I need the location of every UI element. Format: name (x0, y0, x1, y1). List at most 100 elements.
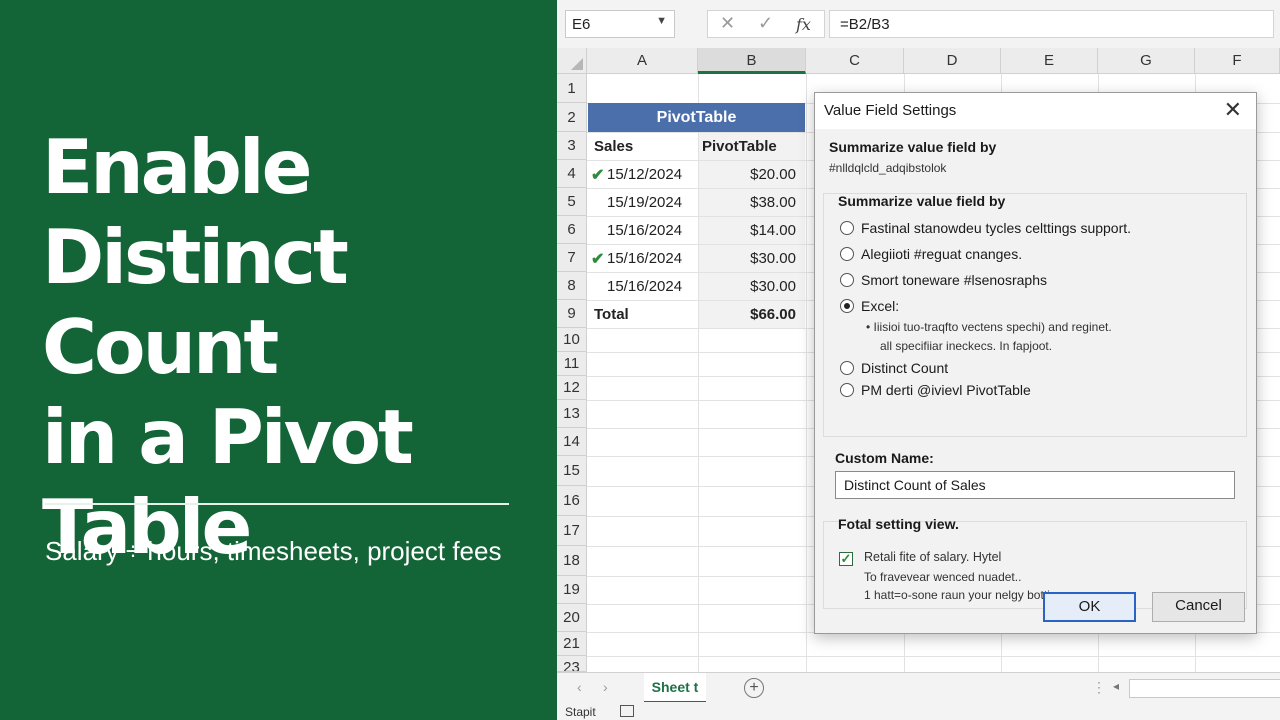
dialog-body: Summarize value field by #nlldqlcld_adqi… (815, 129, 1256, 633)
status-text: Stapit (565, 705, 596, 719)
sheet-tab-bar: ‹ › Sheet t + ⋮ ◂ (557, 672, 1280, 703)
option-note: all specifiiar ineckecs. In fapjoot. (880, 339, 1053, 353)
dialog-title: Value Field Settings (824, 102, 957, 119)
pivot-row-date[interactable]: 15/19/2024 (607, 194, 682, 211)
pivot-row-value[interactable]: $20.00 (698, 166, 796, 183)
pivot-row-value[interactable]: $38.00 (698, 194, 796, 211)
cancel-button[interactable]: Cancel (1152, 592, 1245, 622)
accessibility-icon[interactable] (620, 705, 634, 717)
row-header[interactable]: 10 (557, 328, 587, 352)
radio-option[interactable]: Alegiioti #reguat cnanges. (840, 246, 1022, 262)
row-header[interactable]: 4 (557, 160, 587, 188)
radio-icon[interactable] (840, 221, 854, 235)
row-header[interactable]: 6 (557, 216, 587, 244)
pivot-row-date[interactable]: 15/12/2024 (607, 166, 682, 183)
pivot-row-value[interactable]: $30.00 (698, 278, 796, 295)
close-icon[interactable]: ✕ (1224, 97, 1242, 123)
pivot-total-label[interactable]: Total (594, 306, 629, 323)
pivot-row-value[interactable]: $14.00 (698, 222, 796, 239)
radio-option-excel[interactable]: Excel: (840, 298, 899, 314)
radio-icon[interactable] (840, 273, 854, 287)
pivot-total-value[interactable]: $66.00 (698, 306, 796, 323)
row-header[interactable]: 11 (557, 352, 587, 376)
row-header[interactable]: 20 (557, 604, 587, 632)
row-header[interactable]: 3 (557, 132, 587, 160)
value-field-settings-dialog: Value Field Settings ✕ Summarize value f… (814, 92, 1257, 634)
radio-option[interactable]: Fastinal stanowdeu tycles celttings supp… (840, 220, 1131, 236)
row-header[interactable]: 18 (557, 546, 587, 576)
pivot-header-sales[interactable]: Sales (594, 138, 633, 155)
row-header[interactable]: 13 (557, 400, 587, 428)
checkbox-label: Retali fite of salary. Hytel (864, 550, 1002, 564)
name-box[interactable]: E6 ▼ (565, 10, 675, 38)
column-header-c[interactable]: C (806, 48, 904, 74)
radio-option-distinct-count[interactable]: Distinct Count (840, 360, 948, 376)
row-header[interactable]: 16 (557, 486, 587, 516)
column-header-f[interactable]: F (1195, 48, 1280, 74)
check-icon: ✔ (591, 251, 605, 268)
custom-name-input[interactable]: Distinct Count of Sales (835, 471, 1235, 499)
enter-formula-icon[interactable]: ✓ (758, 13, 773, 34)
checkbox-icon[interactable]: ✓ (839, 552, 853, 566)
section-heading: Summarize value field by (829, 139, 997, 155)
sheet-tab[interactable]: Sheet t (644, 673, 706, 703)
custom-name-label: Custom Name: (835, 450, 934, 466)
radio-option[interactable]: Smort toneware #lsenosraphs (840, 272, 1047, 288)
pivot-row-value[interactable]: $30.00 (698, 250, 796, 267)
settings-title: Fotal setting view. (838, 516, 959, 532)
add-sheet-icon[interactable]: + (744, 678, 764, 698)
row-header[interactable]: 9 (557, 300, 587, 328)
scroll-left-icon[interactable]: ◂ (1113, 679, 1129, 695)
row-header[interactable]: 23 (557, 656, 587, 672)
row-header[interactable]: 17 (557, 516, 587, 546)
column-header-d[interactable]: D (904, 48, 1001, 74)
column-header-b[interactable]: B (698, 48, 806, 74)
row-header[interactable]: 1 (557, 74, 587, 103)
formula-input[interactable]: =B2/B3 (829, 10, 1274, 38)
option-note: • Iiisioi tuo-traqfto vectens spechi) an… (866, 320, 1112, 334)
promo-divider (45, 503, 509, 505)
row-header[interactable]: 12 (557, 376, 587, 400)
column-header-g[interactable]: G (1098, 48, 1195, 74)
section-subtext: #nlldqlcld_adqibstolok (829, 161, 947, 175)
cancel-formula-icon[interactable]: ✕ (720, 13, 735, 34)
radio-selected-icon[interactable] (840, 299, 854, 313)
row-header[interactable]: 19 (557, 576, 587, 604)
row-header[interactable]: 21 (557, 632, 587, 656)
row-header[interactable]: 5 (557, 188, 587, 216)
check-icon: ✔ (591, 167, 605, 184)
summarize-group: Summarize value field by Fastinal stanow… (823, 193, 1247, 437)
row-header[interactable]: 7 (557, 244, 587, 272)
more-dots-icon[interactable]: ⋮ (1092, 679, 1106, 696)
column-header-a[interactable]: A (587, 48, 698, 74)
column-header-e[interactable]: E (1001, 48, 1098, 74)
row-header[interactable]: 8 (557, 272, 587, 300)
pivot-row-date[interactable]: 15/16/2024 (607, 222, 682, 239)
pivot-row-date[interactable]: 15/16/2024 (607, 278, 682, 295)
promo-subtitle: Salary ÷ hours, timesheets, project fees (45, 536, 502, 566)
pivot-row-date[interactable]: 15/16/2024 (607, 250, 682, 267)
status-bar: Stapit (557, 702, 1280, 720)
promo-panel: Enable Distinct Count in a Pivot Table S… (0, 0, 557, 720)
chevron-left-icon[interactable]: ‹ (577, 679, 582, 695)
formula-bar: E6 ▼ ✕ ✓ fx =B2/B3 (557, 0, 1280, 49)
row-header[interactable]: 2 (557, 103, 587, 132)
row-header[interactable]: 14 (557, 428, 587, 456)
select-all-corner[interactable] (557, 48, 587, 74)
settings-line: 1 hatt=o-sone raun your nelgy bottings. (864, 588, 1073, 602)
horizontal-scrollbar[interactable] (1129, 679, 1280, 698)
pivot-table-banner[interactable]: PivotTable (588, 103, 805, 132)
pivot-header-pivottable[interactable]: PivotTable (702, 138, 777, 155)
radio-option[interactable]: PM derti @ivievl PivotTable (840, 382, 1031, 398)
settings-line: To fravevear wenced nuadet.. (864, 570, 1022, 584)
radio-icon[interactable] (840, 247, 854, 261)
insert-function-button[interactable]: fx (796, 15, 811, 34)
radio-icon[interactable] (840, 383, 854, 397)
chevron-right-icon[interactable]: › (603, 679, 608, 695)
ok-button[interactable]: OK (1043, 592, 1136, 622)
row-header[interactable]: 15 (557, 456, 587, 486)
chevron-down-icon[interactable]: ▼ (656, 15, 667, 27)
radio-icon[interactable] (840, 361, 854, 375)
group-title: Summarize value field by (838, 193, 1006, 209)
name-box-value: E6 (572, 16, 591, 33)
